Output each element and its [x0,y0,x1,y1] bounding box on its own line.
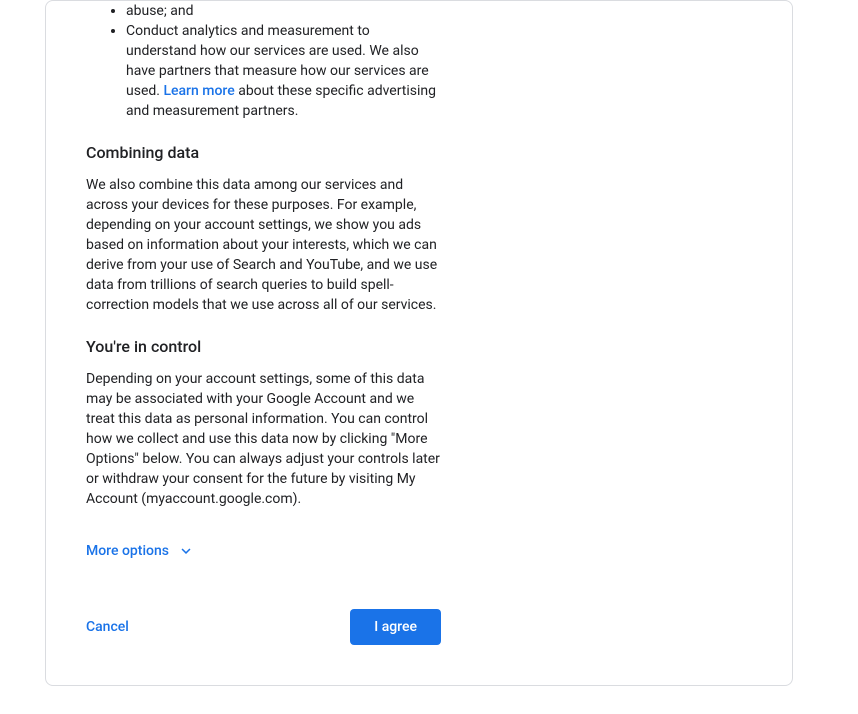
bullet-item-abuse-tail: abuse; and [126,1,441,21]
consent-card: abuse; and Conduct analytics and measure… [45,0,793,686]
heading-combining-data: Combining data [86,141,441,165]
more-options-toggle[interactable]: More options [86,541,195,561]
paragraph-combining-data: We also combine this data among our serv… [86,175,441,315]
action-row: Cancel I agree [86,609,441,645]
paragraph-in-control: Depending on your account settings, some… [86,369,441,509]
bullet-list: abuse; and Conduct analytics and measure… [126,1,441,121]
agree-button[interactable]: I agree [350,609,441,645]
learn-more-link[interactable]: Learn more [163,83,234,99]
content-column: abuse; and Conduct analytics and measure… [86,1,441,645]
cancel-button[interactable]: Cancel [86,619,129,635]
heading-in-control: You're in control [86,335,441,359]
more-options-label: More options [86,541,169,561]
chevron-down-icon [177,542,195,560]
bullet-item-analytics: Conduct analytics and measurement to und… [126,21,441,121]
